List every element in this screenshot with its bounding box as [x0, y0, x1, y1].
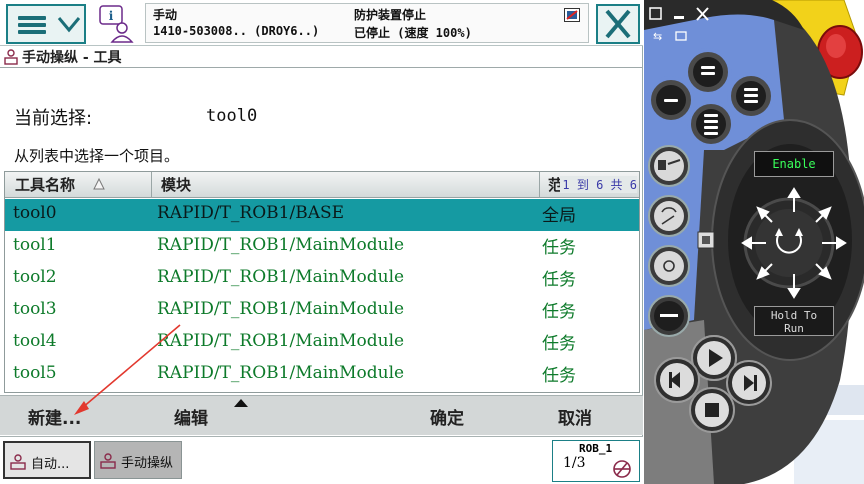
- instruction-text: 从列表中选择一个项目。: [14, 147, 180, 165]
- tool-module: RAPID/T_ROB1/MainModule: [157, 235, 405, 255]
- column-separator: [539, 172, 540, 198]
- view-title-bar: 手动操纵 - 工具: [0, 46, 643, 68]
- task-auto[interactable]: 自动...: [3, 441, 91, 479]
- tool-module: RAPID/T_ROB1/MainModule: [157, 299, 405, 319]
- hold-to-run-indicator: Hold To Run: [754, 306, 834, 336]
- edit-button[interactable]: 编辑: [174, 404, 208, 429]
- flexpendant-panel: ⇆ Enable Hold To Run: [644, 0, 864, 484]
- tool-module: RAPID/T_ROB1/BASE: [157, 203, 345, 223]
- table-row[interactable]: tool0 RAPID/T_ROB1/BASE 全局: [5, 199, 639, 231]
- column-header-module[interactable]: 模块: [161, 174, 191, 195]
- task-jogging[interactable]: 手动操纵: [94, 441, 182, 479]
- jog-icon: [100, 453, 116, 469]
- tool-name: tool5: [13, 363, 57, 383]
- table-row[interactable]: tool1 RAPID/T_ROB1/MainModule 任务: [5, 231, 639, 263]
- tool-scope: 任务: [542, 366, 576, 386]
- tool-scope: 全局: [542, 206, 576, 226]
- command-bar: 新建... 编辑 确定 取消: [0, 395, 643, 435]
- close-button[interactable]: [596, 4, 640, 44]
- tool-scope: 任务: [542, 238, 576, 258]
- run-controls[interactable]: [654, 335, 772, 433]
- speed-icon: [613, 460, 631, 478]
- task-bar: 自动... 手动操纵: [0, 436, 643, 484]
- table-row[interactable]: tool3 RAPID/T_ROB1/MainModule 任务: [5, 295, 639, 327]
- cancel-button[interactable]: 取消: [558, 404, 592, 429]
- tool-name: tool0: [13, 203, 57, 223]
- column-separator: [151, 172, 152, 198]
- new-button[interactable]: 新建...: [28, 404, 81, 429]
- status-guard: 防护装置停止: [354, 8, 427, 22]
- user-info-icon[interactable]: i: [96, 4, 140, 44]
- task-auto-label: 自动...: [31, 457, 70, 472]
- auto-mode-icon: [10, 454, 26, 470]
- hold-to-run-line2: Run: [784, 322, 804, 335]
- row-count-indicator: 1 到 6 共 6: [560, 176, 637, 193]
- caret-up-icon: [234, 399, 248, 407]
- ok-button[interactable]: 确定: [430, 404, 464, 429]
- robot-label: ROB_1: [579, 442, 613, 455]
- top-bar: i 手动 1410-503008.. (DROY6..) 防护装置停止 已停止 …: [0, 0, 643, 46]
- quickset-button[interactable]: ROB_1 1/3: [552, 440, 640, 482]
- svg-text:i: i: [109, 9, 114, 23]
- key-cluster[interactable]: [647, 48, 775, 148]
- function-keys[interactable]: [648, 145, 690, 337]
- column-header-name[interactable]: 工具名称: [15, 174, 75, 195]
- current-selection-label: 当前选择:: [14, 108, 93, 129]
- sort-ascending-icon[interactable]: [93, 178, 105, 190]
- hold-to-run-line1: Hold To: [770, 309, 818, 322]
- status-mode: 手动: [153, 8, 178, 22]
- chevron-down-icon: [57, 17, 81, 33]
- close-icon: [605, 9, 631, 39]
- table-row[interactable]: tool4 RAPID/T_ROB1/MainModule 任务: [5, 327, 639, 359]
- current-selection-value: tool0: [206, 106, 258, 126]
- tool-scope: 任务: [542, 334, 576, 354]
- tool-table: 工具名称 模块 范围 1 到 6 共 6 tool0 RAPID/T_ROB1/…: [4, 171, 640, 393]
- tool-name: tool2: [13, 267, 57, 287]
- pendant-buttons: ⇆: [647, 7, 775, 433]
- enable-indicator: Enable: [754, 151, 834, 177]
- increment-fraction: 1/3: [563, 455, 586, 471]
- status-state: 已停止 (速度 100%): [354, 26, 472, 40]
- jog-icon: [4, 49, 18, 65]
- page-title: 手动操纵 - 工具: [22, 50, 122, 66]
- tool-module: RAPID/T_ROB1/MainModule: [157, 363, 405, 383]
- tool-name: tool1: [13, 235, 57, 255]
- status-system: 1410-503008.. (DROY6..): [153, 24, 320, 38]
- tool-module: RAPID/T_ROB1/MainModule: [157, 267, 405, 287]
- table-header: 工具名称 模块 范围 1 到 6 共 6: [5, 172, 639, 198]
- tool-scope: 任务: [542, 270, 576, 290]
- svg-text:⇆: ⇆: [653, 30, 662, 43]
- task-jogging-label: 手动操纵: [121, 456, 174, 471]
- table-row[interactable]: tool5 RAPID/T_ROB1/MainModule 任务: [5, 359, 639, 391]
- table-row[interactable]: tool2 RAPID/T_ROB1/MainModule 任务: [5, 263, 639, 295]
- tool-scope: 任务: [542, 302, 576, 322]
- status-panel[interactable]: 手动 1410-503008.. (DROY6..) 防护装置停止 已停止 (速…: [145, 3, 589, 43]
- hmi-window: i 手动 1410-503008.. (DROY6..) 防护装置停止 已停止 …: [0, 0, 643, 484]
- tool-name: tool3: [13, 299, 57, 319]
- hamburger-icon: [18, 16, 46, 34]
- stop-status-icon: [564, 8, 580, 22]
- window-controls[interactable]: ⇆: [649, 7, 709, 43]
- abb-menu-button[interactable]: [6, 4, 86, 44]
- tool-module: RAPID/T_ROB1/MainModule: [157, 331, 405, 351]
- tool-name: tool4: [13, 331, 57, 351]
